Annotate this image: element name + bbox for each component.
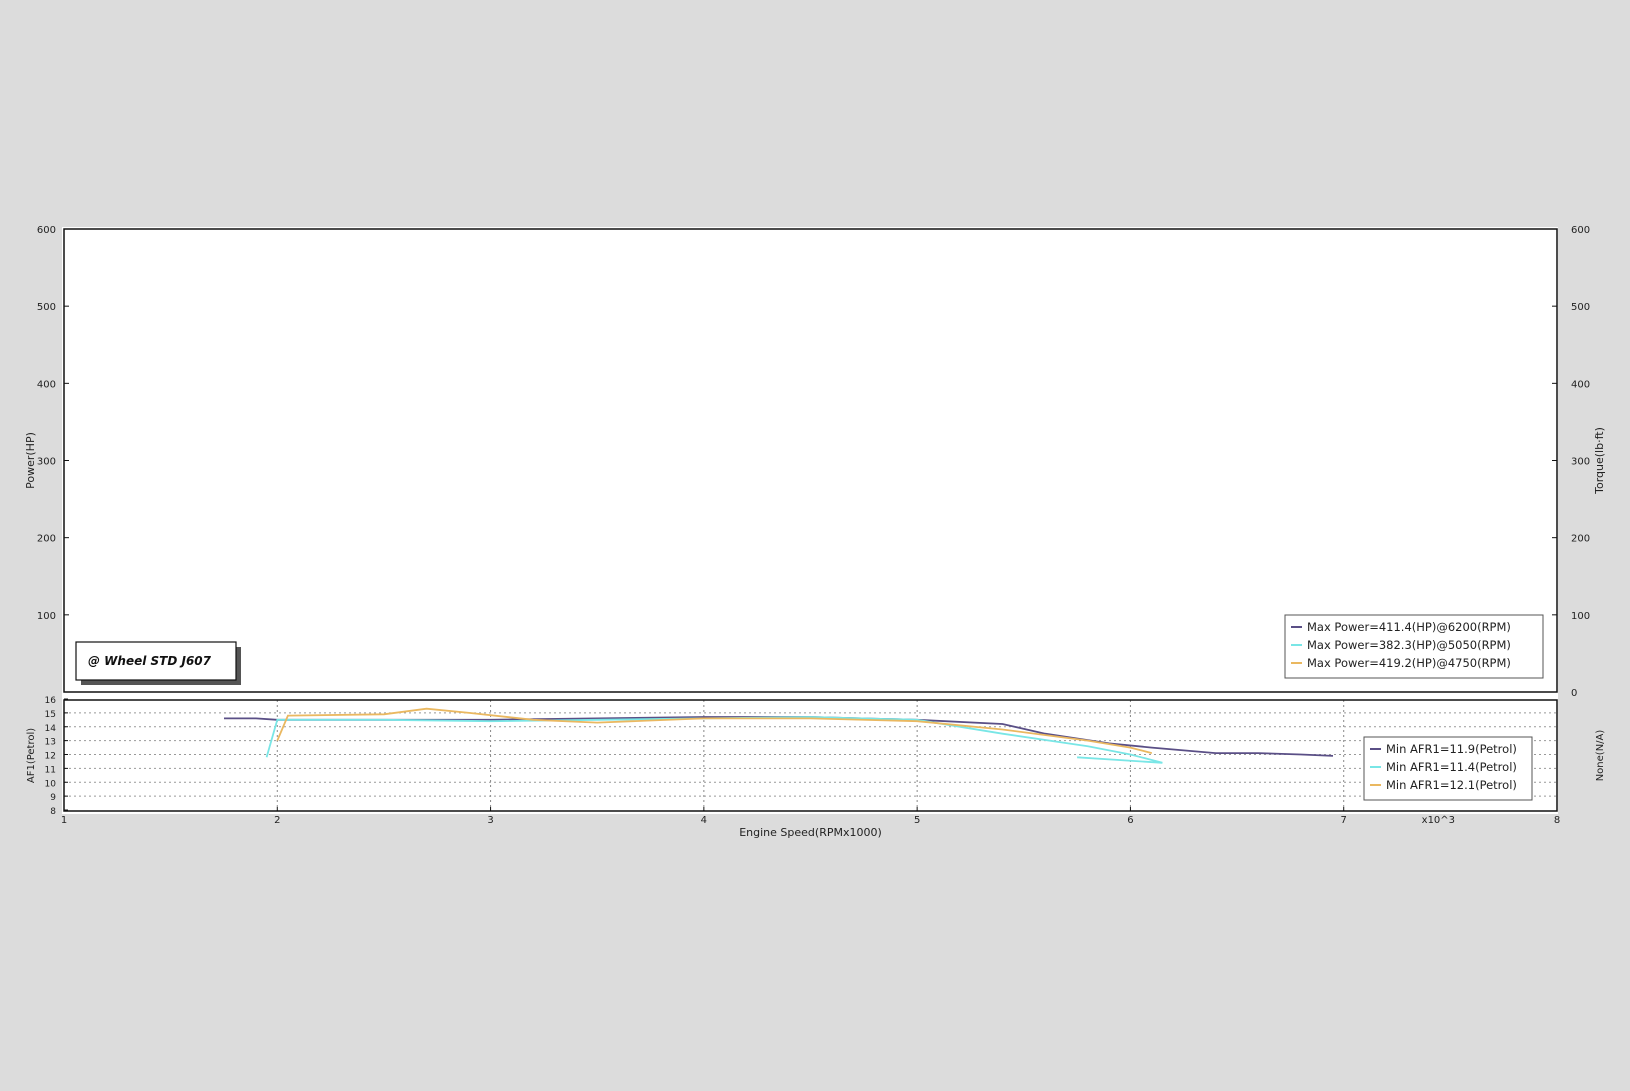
- y2-tick-label: 500: [1571, 302, 1590, 313]
- y2-tick-label: 300: [1571, 457, 1590, 468]
- afr-tick-label: 15: [45, 710, 56, 720]
- afr-legend-entry: Min AFR1=11.9(Petrol): [1386, 742, 1517, 756]
- afr-tick-label: 8: [50, 807, 56, 817]
- y-axis-title: Power(HP): [24, 432, 37, 489]
- x-tick-label: 5: [914, 815, 920, 826]
- y-tick-label: 200: [37, 534, 56, 545]
- power-legend-entry: Max Power=382.3(HP)@5050(RPM): [1307, 638, 1511, 652]
- y2-axis-title: Torque(lb·ft): [1593, 427, 1606, 495]
- y-tick-label: 300: [37, 457, 56, 468]
- annotation-text: @ Wheel STD J607: [88, 654, 212, 668]
- x-multiplier-label: x10^3: [1422, 815, 1455, 826]
- x-tick-label: 6: [1127, 815, 1133, 826]
- x-tick-label: 2: [274, 815, 280, 826]
- dyno-chart-stage: 100 200 300 400 500 600 0 100 200 300 400 500 600 8 9 1…: [0, 0, 1630, 1087]
- x-tick-label: 7: [1341, 815, 1347, 826]
- y2-tick-label: 100: [1571, 611, 1590, 622]
- afr-tick-label: 11: [45, 765, 56, 775]
- afr-legend-entry: Min AFR1=11.4(Petrol): [1386, 760, 1517, 774]
- dyno-chart: 100 200 300 400 500 600 0 100 200 300 400 500 600 8 9 1…: [0, 0, 1630, 1087]
- y-tick-label: 100: [37, 611, 56, 622]
- afr-tick-label: 14: [45, 724, 57, 734]
- afr-tick-label: 9: [50, 793, 56, 803]
- x-tick-label: 4: [701, 815, 707, 826]
- x-tick-label: 1: [61, 815, 67, 826]
- power-legend-entry: Max Power=419.2(HP)@4750(RPM): [1307, 656, 1511, 670]
- afr-tick-label: 10: [45, 779, 57, 789]
- y2-tick-label: 600: [1571, 225, 1590, 236]
- x-tick-label: 3: [487, 815, 493, 826]
- afr-legend-entry: Min AFR1=12.1(Petrol): [1386, 778, 1517, 792]
- afr-axis-title: AF1(Petrol): [26, 728, 37, 783]
- y-tick-label: 500: [37, 302, 56, 313]
- afr-y2-axis-title: None(N/A): [1595, 730, 1606, 782]
- power-legend-entry: Max Power=411.4(HP)@6200(RPM): [1307, 620, 1511, 634]
- y2-tick-label: 400: [1571, 379, 1590, 390]
- x-axis-title: Engine Speed(RPMx1000): [739, 826, 882, 839]
- y-tick-label: 400: [37, 379, 56, 390]
- y2-tick-label: 0: [1571, 688, 1577, 699]
- y2-tick-label: 200: [1571, 534, 1590, 545]
- afr-tick-label: 13: [45, 738, 56, 748]
- afr-tick-label: 12: [45, 752, 56, 762]
- afr-tick-label: 16: [45, 696, 57, 706]
- y-tick-label: 600: [37, 225, 56, 236]
- x-tick-label: 8: [1554, 815, 1560, 826]
